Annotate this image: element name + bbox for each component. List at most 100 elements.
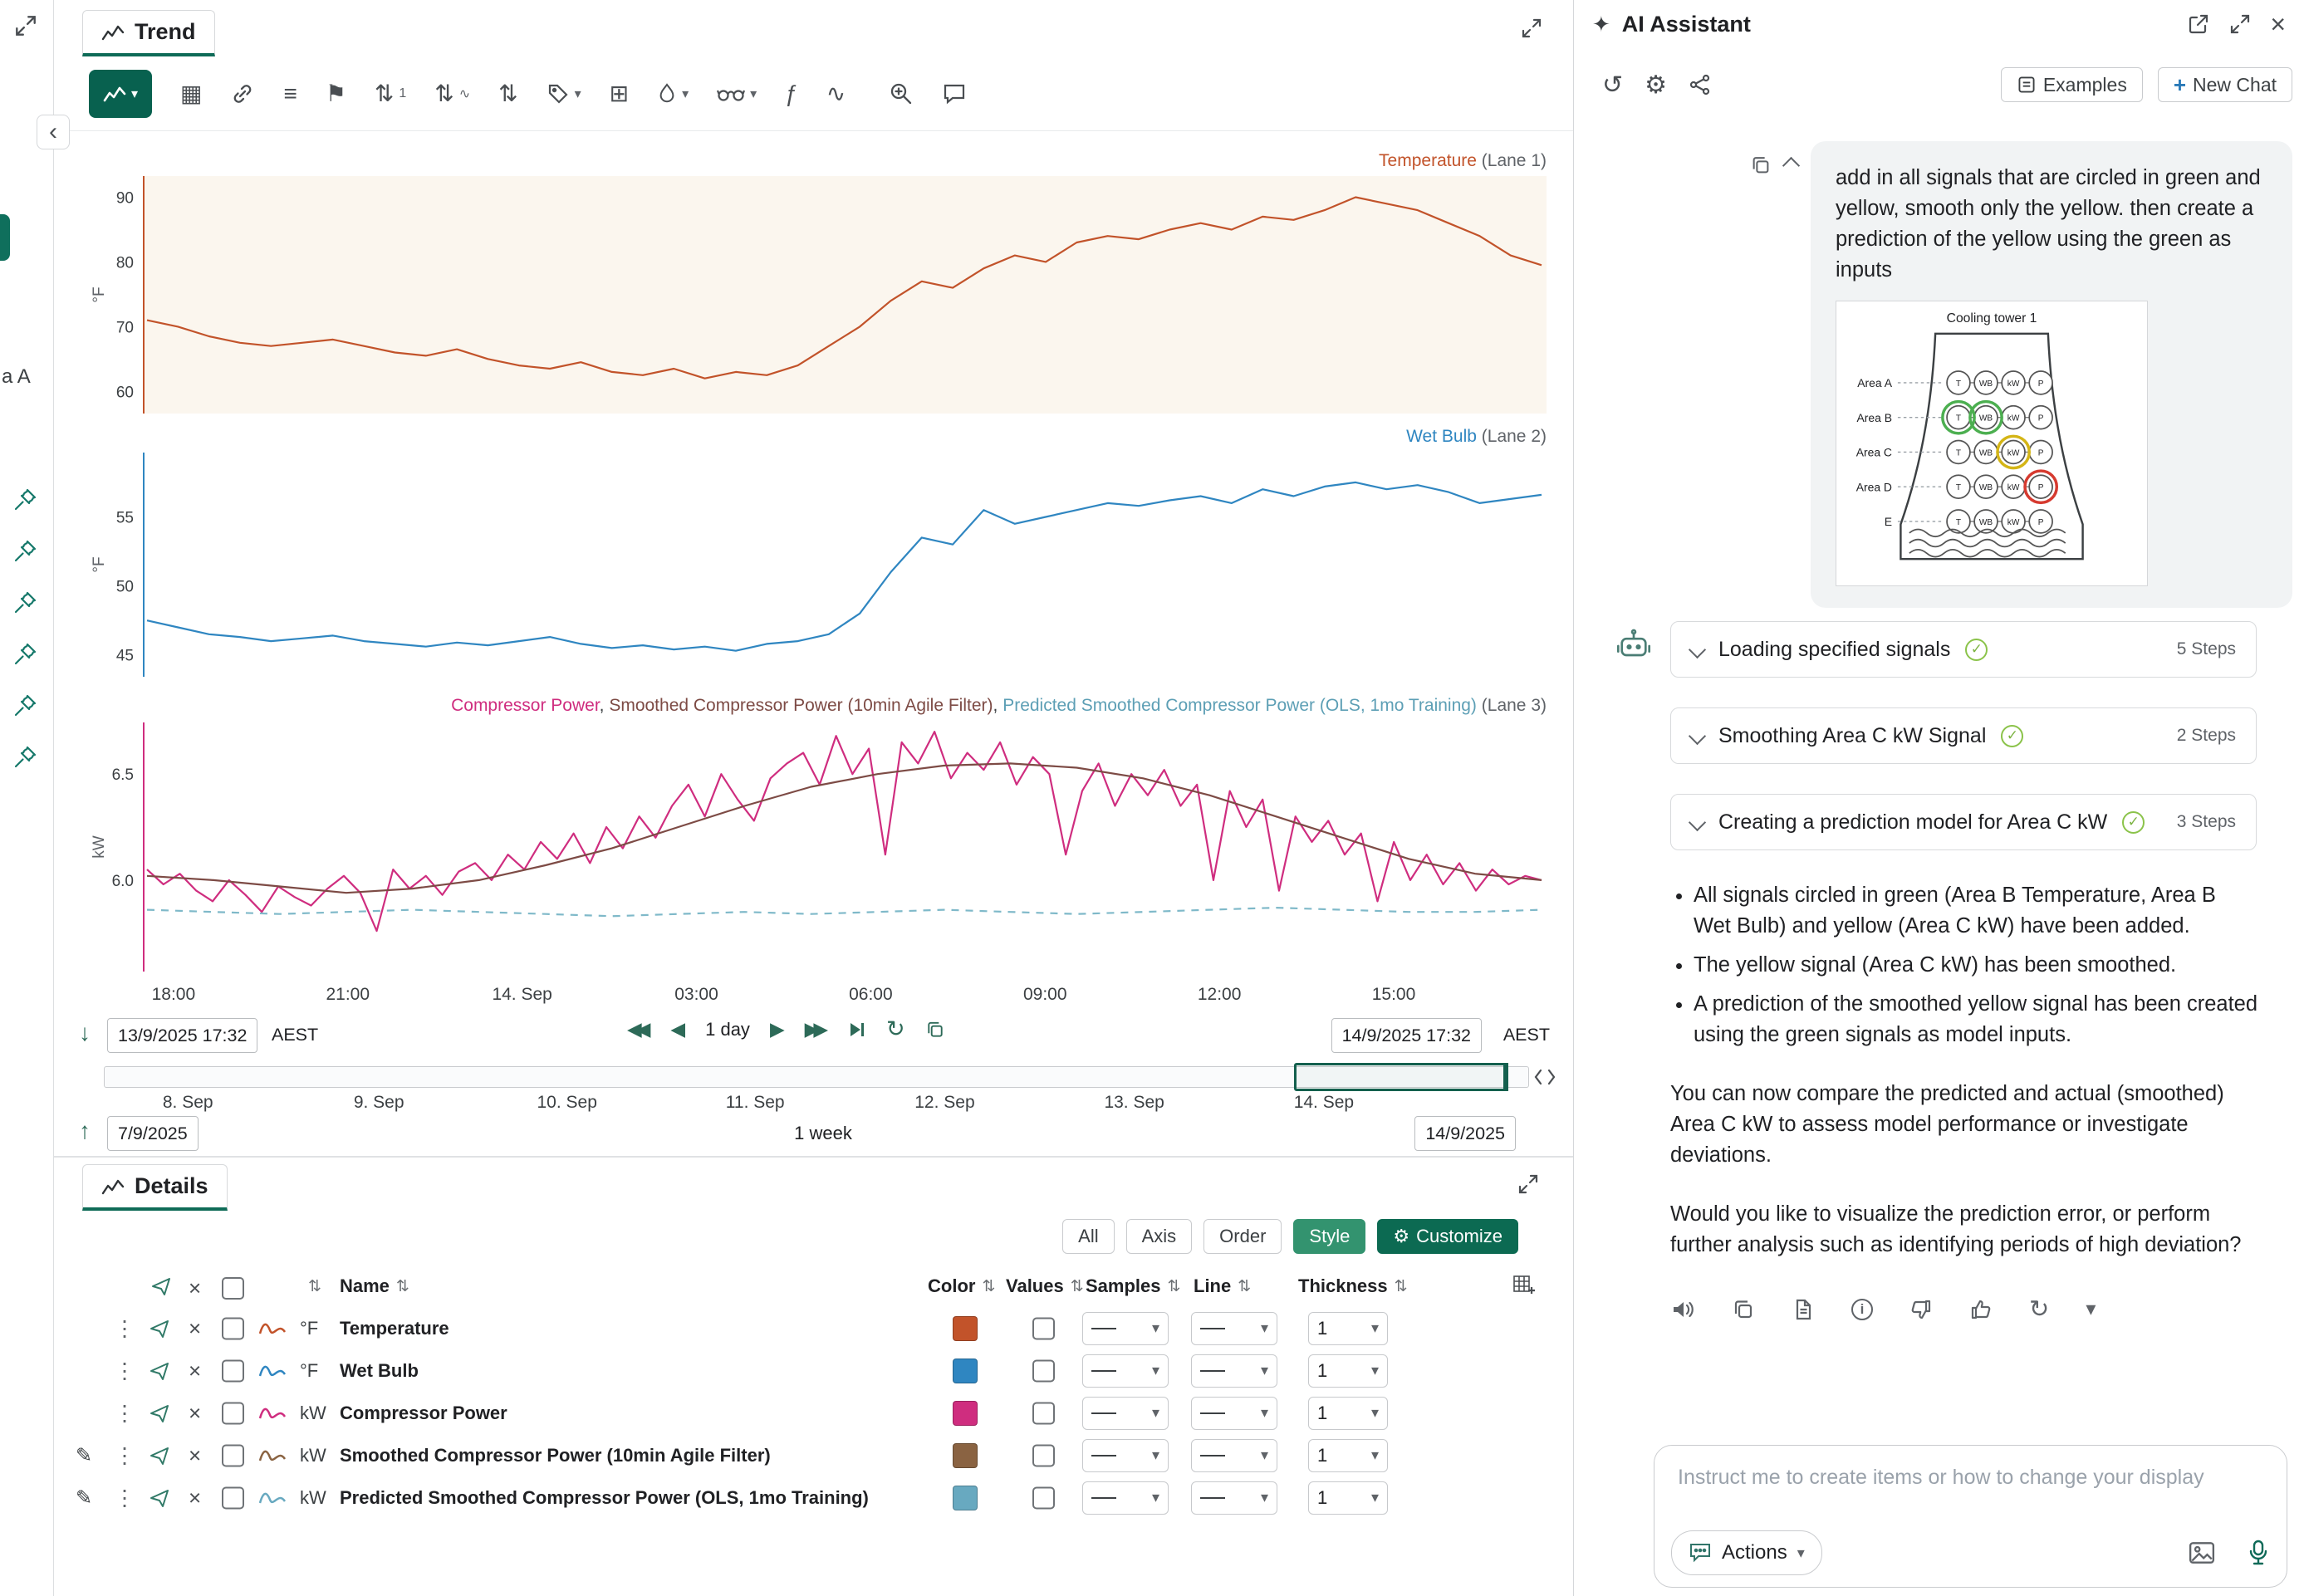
regenerate-icon[interactable]: ↻ <box>2029 1298 2049 1322</box>
color-swatch[interactable] <box>953 1443 978 1468</box>
row-menu-icon[interactable]: ⋮ <box>114 1315 135 1341</box>
expand-trend-icon[interactable] <box>1520 17 1543 40</box>
sort-icon[interactable]: ⇅ <box>396 1277 409 1296</box>
color-swatch[interactable] <box>953 1486 978 1510</box>
samples-dropdown[interactable]: ▾ <box>1082 1354 1169 1388</box>
pin-icon[interactable] <box>12 538 38 565</box>
collapse-message-icon[interactable] <box>1782 156 1800 174</box>
examples-button[interactable]: Examples <box>2001 67 2143 102</box>
edit-formula-icon[interactable]: ✎ <box>76 1486 92 1510</box>
copy-message-icon[interactable] <box>1750 154 1772 176</box>
preview-glasses-icon[interactable]: ▾ <box>717 85 757 103</box>
all-button[interactable]: All <box>1062 1219 1114 1254</box>
navigate-icon[interactable] <box>149 1403 170 1424</box>
navigate-icon[interactable] <box>150 1275 172 1297</box>
collapse-panel-button[interactable]: ‹ <box>37 115 70 149</box>
thickness-dropdown[interactable]: 1▾ <box>1308 1439 1388 1472</box>
step-back-full-icon[interactable]: ◀◀ <box>627 1018 650 1040</box>
display-mode-button[interactable]: ▾ <box>89 70 152 118</box>
pin-icon[interactable] <box>12 590 38 616</box>
timezone-label[interactable]: AEST <box>1503 1025 1550 1045</box>
expand-sidebar-icon[interactable] <box>13 13 38 38</box>
step-group-prediction[interactable]: Creating a prediction model for Area C k… <box>1670 794 2257 850</box>
formula-icon[interactable]: ƒ <box>785 81 798 107</box>
navigate-icon[interactable] <box>149 1445 170 1466</box>
expand-investigate-icon[interactable]: ↑ <box>79 1118 91 1144</box>
row-menu-icon[interactable]: ⋮ <box>114 1442 135 1468</box>
select-all-checkbox[interactable] <box>222 1277 244 1300</box>
share-chat-icon[interactable] <box>1689 73 1712 96</box>
lane-1-chart[interactable]: 90807060°F <box>87 176 1547 414</box>
values-checkbox[interactable] <box>1032 1359 1055 1382</box>
line-dropdown[interactable]: ▾ <box>1191 1481 1277 1515</box>
table-view-icon[interactable]: ▦ <box>180 80 202 107</box>
values-checkbox[interactable] <box>1032 1317 1055 1339</box>
sort-icon[interactable]: ⇅ <box>1071 1277 1084 1296</box>
thumbs-up-icon[interactable] <box>1969 1298 1993 1321</box>
color-swatch[interactable] <box>953 1359 978 1383</box>
row-checkbox[interactable] <box>222 1359 244 1382</box>
customize-axis-icon[interactable]: ⇅1 <box>375 80 406 107</box>
edit-formula-icon[interactable]: ✎ <box>76 1443 92 1467</box>
autoscale-axis-icon[interactable]: ⇅ <box>498 80 517 107</box>
refresh-range-icon[interactable]: ↻ <box>886 1016 905 1042</box>
step-to-end-icon[interactable] <box>848 1021 866 1039</box>
capsules-icon[interactable]: ≡ <box>283 81 297 107</box>
range-duration-label[interactable]: 1 day <box>705 1019 750 1040</box>
range-end-input[interactable]: 14/9/2025 17:32 <box>1331 1018 1482 1053</box>
remove-all-icon[interactable]: × <box>189 1275 201 1301</box>
add-column-icon[interactable] <box>1512 1274 1536 1295</box>
labels-icon[interactable]: ▾ <box>547 82 581 105</box>
samples-dropdown[interactable]: ▾ <box>1082 1439 1169 1472</box>
line-dropdown[interactable]: ▾ <box>1191 1354 1277 1388</box>
thickness-dropdown[interactable]: 1▾ <box>1308 1481 1388 1515</box>
thickness-dropdown[interactable]: 1▾ <box>1308 1354 1388 1388</box>
info-icon[interactable]: i <box>1851 1299 1873 1320</box>
order-button[interactable]: Order <box>1203 1219 1282 1254</box>
samples-dropdown[interactable]: ▾ <box>1082 1312 1169 1345</box>
chat-input-box[interactable]: Instruct me to create items or how to ch… <box>1654 1445 2287 1588</box>
samples-icon[interactable]: ▾ <box>657 82 689 105</box>
style-button[interactable]: Style <box>1293 1219 1365 1254</box>
step-forward-full-icon[interactable]: ▶▶ <box>805 1018 828 1040</box>
annotate-icon[interactable] <box>942 82 967 105</box>
step-group-smoothing[interactable]: Smoothing Area C kW Signal ✓ 2 Steps <box>1670 707 2257 764</box>
pin-icon[interactable] <box>12 693 38 719</box>
open-in-new-window-icon[interactable] <box>2187 12 2210 36</box>
values-checkbox[interactable] <box>1032 1402 1055 1424</box>
investigate-start-input[interactable]: 7/9/2025 <box>107 1116 199 1151</box>
remove-signal-icon[interactable]: × <box>189 1358 201 1383</box>
zoom-icon[interactable] <box>889 81 914 106</box>
more-actions-chevron-icon[interactable]: ▾ <box>2086 1300 2096 1319</box>
tab-details[interactable]: Details <box>82 1164 228 1211</box>
sort-icon[interactable]: ⇅ <box>308 1277 321 1296</box>
line-dropdown[interactable]: ▾ <box>1191 1397 1277 1430</box>
row-checkbox[interactable] <box>222 1444 244 1466</box>
line-dropdown[interactable]: ▾ <box>1191 1312 1277 1345</box>
sort-icon[interactable]: ⇅ <box>1168 1277 1181 1296</box>
remove-signal-icon[interactable]: × <box>189 1442 201 1468</box>
thickness-dropdown[interactable]: 1▾ <box>1308 1397 1388 1430</box>
pin-icon[interactable] <box>12 641 38 668</box>
navigate-icon[interactable] <box>149 1487 170 1509</box>
snap-to-now-icon[interactable]: ↓ <box>79 1020 91 1046</box>
step-back-half-icon[interactable]: ◀ <box>670 1018 685 1040</box>
new-chat-button[interactable]: +New Chat <box>2158 67 2292 102</box>
expand-details-icon[interactable] <box>1517 1173 1540 1196</box>
row-checkbox[interactable] <box>222 1486 244 1509</box>
smoothing-icon[interactable]: ∿ <box>826 80 846 107</box>
attach-image-icon[interactable] <box>2189 1541 2215 1564</box>
customize-button[interactable]: ⚙Customize <box>1377 1219 1518 1254</box>
expand-ai-icon[interactable] <box>2228 12 2252 36</box>
view-document-icon[interactable] <box>1792 1298 1815 1321</box>
row-menu-icon[interactable]: ⋮ <box>114 1400 135 1426</box>
overview-selection-window[interactable] <box>1294 1063 1507 1091</box>
overview-selection-handle[interactable] <box>1503 1063 1508 1091</box>
sort-icon[interactable]: ⇅ <box>982 1277 995 1296</box>
navigate-icon[interactable] <box>149 1318 170 1339</box>
pin-icon[interactable] <box>12 744 38 771</box>
group-axis-icon[interactable]: ⇅∿ <box>434 80 470 107</box>
chat-scroll-area[interactable]: add in all signals that are circled in g… <box>1574 125 2304 1438</box>
attached-image[interactable]: Cooling tower 1Area ATWBkWPArea BTWBkWPA… <box>1836 301 2148 586</box>
row-checkbox[interactable] <box>222 1317 244 1339</box>
